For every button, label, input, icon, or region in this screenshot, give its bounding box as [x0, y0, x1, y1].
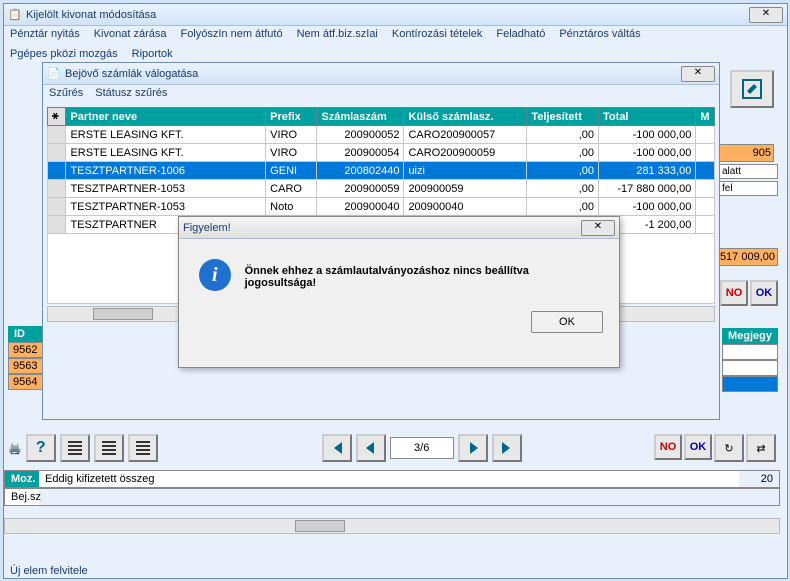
col-prefix[interactable]: Prefix	[266, 108, 317, 126]
no-ok-panel: NO OK	[720, 280, 778, 306]
menu-penztar-nyitas[interactable]: Pénztár nyitás	[10, 28, 80, 44]
right-fields: alatt fel	[718, 144, 778, 196]
table-row[interactable]: ERSTE LEASING KFT.VIRO200900054 CARO2009…	[48, 144, 715, 162]
sub-titlebar: 📄 Bejövő számlák válogatása ✕	[43, 63, 719, 85]
label-fel: fel	[718, 181, 778, 196]
bottom-toolbar: 🖨️ ? NO OK ↻ ⇄	[4, 430, 780, 466]
menu-penztaros-valtas[interactable]: Pénztáros váltás	[559, 28, 640, 44]
first-button[interactable]	[322, 434, 352, 462]
alert-dialog: Figyelem! ✕ i Önnek ehhez a számlautalvá…	[178, 216, 620, 368]
bej-row: Bej.sz	[4, 488, 780, 506]
moz-right: 20	[739, 471, 779, 487]
page-input[interactable]	[390, 437, 454, 459]
megjegy-header: Megjegy	[722, 328, 778, 344]
alert-body: i Önnek ehhez a számlautalványozáshoz ni…	[179, 239, 619, 311]
label-alatt: alatt	[718, 164, 778, 179]
alert-close-button[interactable]: ✕	[581, 220, 615, 236]
help-button[interactable]: ?	[26, 434, 56, 462]
col-telj[interactable]: Teljesített	[527, 108, 599, 126]
col-total[interactable]: Total	[599, 108, 696, 126]
megjegy-panel: Megjegy	[722, 328, 778, 392]
sub-title: Bejövő számlák válogatása	[65, 68, 681, 80]
invoice-grid[interactable]: ⚹ Partner neve Prefix Számlaszám Külső s…	[47, 107, 715, 234]
menu-nem-atf[interactable]: Nem átf.biz.szIai	[297, 28, 378, 44]
alert-ok-button[interactable]: OK	[531, 311, 603, 333]
list-button-1[interactable]	[60, 434, 90, 462]
col-m[interactable]: M	[696, 108, 715, 126]
table-row[interactable]: TESZTPARTNER-1053Noto200900040 200900040…	[48, 198, 715, 216]
sub-menubar: Szűrés Státusz szűrés	[43, 85, 719, 103]
alert-title: Figyelem!	[183, 222, 581, 234]
edit-button[interactable]	[730, 70, 774, 108]
side-panel	[730, 70, 782, 108]
id-cell-2[interactable]: 9564	[8, 374, 44, 390]
bottom-area: 🖨️ ? NO OK ↻ ⇄ Moz. Eddig kifizetett öss…	[4, 430, 780, 534]
next-button[interactable]	[458, 434, 488, 462]
table-row[interactable]: ERSTE LEASING KFT.VIRO200900052 CARO2009…	[48, 126, 715, 144]
list-button-2[interactable]	[94, 434, 124, 462]
menu-folyoszin[interactable]: FolyószIn nem átfutó	[180, 28, 282, 44]
bottom-ok-button[interactable]: OK	[684, 434, 712, 460]
megjegy-cell-0[interactable]	[722, 344, 778, 360]
prev-button[interactable]	[356, 434, 386, 462]
megjegy-cell-1[interactable]	[722, 360, 778, 376]
info-icon: i	[199, 259, 231, 291]
moz-header: Moz.	[5, 471, 39, 487]
field-905[interactable]	[718, 144, 774, 162]
no-button[interactable]: NO	[720, 280, 748, 306]
menu-kontirozasi[interactable]: Kontírozási tételek	[392, 28, 483, 44]
moz-row: Moz. Eddig kifizetett összeg 20	[4, 470, 780, 488]
megjegy-cell-2[interactable]	[722, 376, 778, 392]
status-bar: Új elem felvitele	[4, 563, 94, 579]
col-kulso[interactable]: Külső számlasz.	[404, 108, 527, 126]
printer-icon[interactable]: 🖨️	[8, 442, 22, 455]
col-partner[interactable]: Partner neve	[66, 108, 266, 126]
app-icon: 📋	[8, 8, 22, 22]
col-idx[interactable]: ⚹	[48, 108, 66, 126]
sub-close-button[interactable]: ✕	[681, 66, 715, 82]
extra-button-2[interactable]: ⇄	[746, 434, 776, 462]
pager	[322, 434, 522, 462]
id-cell-1[interactable]: 9563	[8, 358, 44, 374]
menu-szures[interactable]: Szűrés	[49, 87, 83, 101]
bottom-no-button[interactable]: NO	[654, 434, 682, 460]
bej-header: Bej.sz	[5, 489, 39, 505]
menu-feladhato[interactable]: Feladható	[496, 28, 545, 44]
list-button-3[interactable]	[128, 434, 158, 462]
col-szam[interactable]: Számlaszám	[317, 108, 404, 126]
id-cell-0[interactable]: 9562	[8, 342, 44, 358]
main-menubar: Pénztár nyitás Kivonat zárása FolyószIn …	[4, 26, 787, 46]
alert-message: Önnek ehhez a számlautalványozáshoz ninc…	[245, 259, 599, 289]
table-row[interactable]: TESZTPARTNER-1006GENI200802440 uizi,0028…	[48, 162, 715, 180]
hscroll-thumb[interactable]	[93, 308, 153, 320]
extra-button-1[interactable]: ↻	[714, 434, 744, 462]
moz-value: Eddig kifizetett összeg	[39, 471, 739, 487]
alert-titlebar: Figyelem! ✕	[179, 217, 619, 239]
menu-kivonat-zarasa[interactable]: Kivonat zárása	[94, 28, 167, 44]
menu-statusz-szures[interactable]: Státusz szűrés	[95, 87, 167, 101]
bottom-nook: NO OK ↻ ⇄	[654, 434, 776, 462]
bottom-thumb[interactable]	[295, 520, 345, 532]
ok-button[interactable]: OK	[750, 280, 778, 306]
main-titlebar: 📋 Kijelölt kivonat módosítása ✕	[4, 4, 787, 26]
last-button[interactable]	[492, 434, 522, 462]
id-header: ID	[8, 326, 44, 342]
table-row[interactable]: TESZTPARTNER-1053CARO200900059 200900059…	[48, 180, 715, 198]
main-title: Kijelölt kivonat módosítása	[26, 9, 749, 21]
main-close-button[interactable]: ✕	[749, 7, 783, 23]
id-panel: ID 9562 9563 9564	[8, 326, 44, 390]
sub-icon: 📄	[47, 67, 61, 81]
bottom-hscroll[interactable]	[4, 518, 780, 534]
